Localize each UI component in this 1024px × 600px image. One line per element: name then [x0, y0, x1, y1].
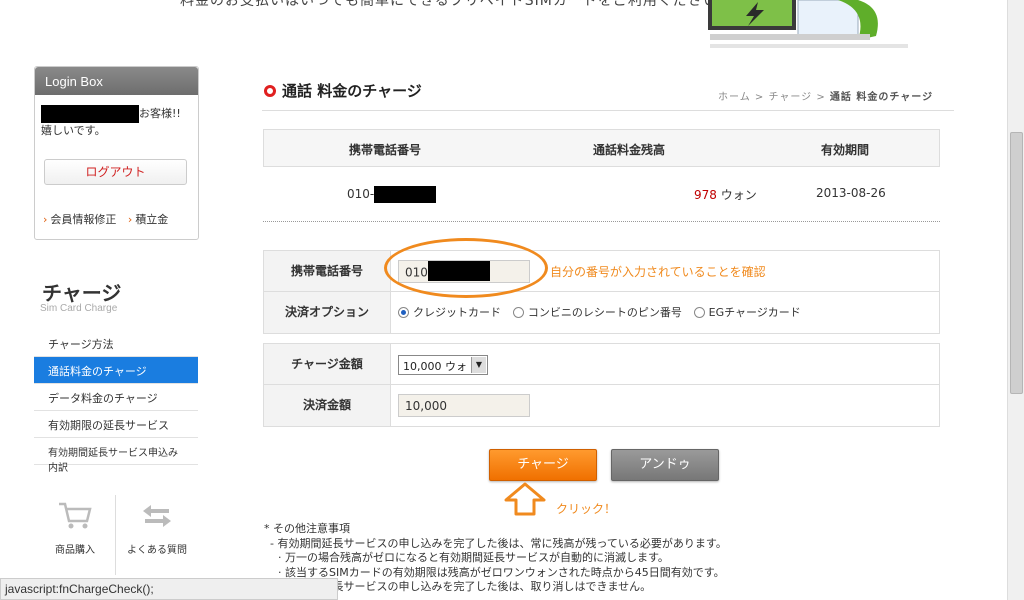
- login-links: › 会員情報修正 › 積立金: [43, 211, 176, 227]
- login-box-title: Login Box: [35, 67, 198, 95]
- charge-amount-field[interactable]: 10,000 ウォ ▼: [398, 355, 488, 379]
- sidebar-item-data-charge[interactable]: データ料金のチャージ: [34, 384, 198, 411]
- redacted-phone: [374, 186, 437, 203]
- radio-selected-icon[interactable]: [398, 307, 409, 318]
- payment-option-row: 決済オプション クレジットカード コンビニのレシートのピン番号 EGチャージカー…: [264, 292, 939, 333]
- page: 料金のお支払いはいつでも簡単にできるプリペイドSIMカードをご利用ください Lo…: [0, 0, 1024, 600]
- settle-amount-row: 決済金額 10,000: [264, 385, 939, 426]
- cart-icon: [34, 501, 116, 541]
- phone-note: 自分の番号が入力されていることを確認: [550, 265, 766, 279]
- sidebar-item-charge-method[interactable]: チャージ方法: [34, 330, 198, 357]
- amount-form: チャージ金額 10,000 ウォ ▼ 決済金額 10,000: [263, 343, 940, 427]
- breadcrumb: ホーム > チャージ > 通話 料金のチャージ: [718, 92, 934, 103]
- charge-amount-row: チャージ金額 10,000 ウォ ▼: [264, 344, 939, 385]
- radio-icon[interactable]: [512, 307, 524, 318]
- points-link[interactable]: › 積立金: [128, 213, 168, 226]
- settle-amount-field: 10,000: [398, 394, 530, 418]
- scrollbar-thumb[interactable]: [1010, 132, 1023, 394]
- greeting-text: 嬉しいです。: [41, 124, 106, 137]
- notes-heading: * その他注意事項: [264, 522, 350, 535]
- payment-options: クレジットカード コンビニのレシートのピン番号 EGチャージカード: [398, 304, 809, 328]
- user-suffix: お客様!!: [139, 107, 181, 120]
- page-title: 通話 料金のチャージ: [264, 80, 422, 101]
- sidebar-item-extension-history[interactable]: 有効期間延長サービス申込み内訳: [34, 438, 198, 474]
- vertical-scrollbar[interactable]: [1007, 0, 1024, 600]
- chevron-down-icon[interactable]: ▼: [471, 357, 486, 373]
- quick-link-faq-label: よくある質問: [127, 545, 187, 556]
- faq-icon: [116, 501, 198, 541]
- sidebar-title: チャージ: [42, 281, 122, 305]
- radio-convenience-pin[interactable]: コンビニのレシートのピン番号: [512, 304, 682, 320]
- quick-link-shop-label: 商品購入: [55, 545, 95, 556]
- charge-banner-graphic: [708, 0, 908, 48]
- highlight-oval: [384, 238, 548, 298]
- header-phone: 携帯電話番号: [349, 143, 422, 157]
- edit-member-info-link[interactable]: › 会員情報修正: [43, 213, 116, 226]
- payment-option-label: 決済オプション: [264, 292, 391, 333]
- notes-line: · 万一の場合残高がゼロになると有効期間延長サービスが自動的に消滅します。: [278, 551, 669, 564]
- balance-cell: 978 ウォン: [694, 188, 757, 202]
- phone-number-cell: 010-: [347, 186, 437, 203]
- breadcrumb-charge[interactable]: チャージ: [768, 92, 812, 103]
- title-bullet-icon: [264, 85, 276, 97]
- info-table-row: 010- 978 ウォン 2013-08-26: [263, 167, 940, 222]
- quick-links: 商品購入 よくある質問: [34, 495, 198, 575]
- logout-button[interactable]: ログアウト: [44, 159, 187, 185]
- sidebar-item-extension-service[interactable]: 有効期限の延長サービス: [34, 411, 198, 438]
- arrow-icon: ›: [43, 213, 48, 226]
- charge-button[interactable]: チャージ: [489, 449, 597, 481]
- breadcrumb-current: 通話 料金のチャージ: [829, 92, 934, 103]
- up-arrow-icon: [504, 482, 546, 516]
- redacted-username: [41, 105, 139, 123]
- banner-text: 料金のお支払いはいつでも簡単にできるプリペイドSIMカードをご利用ください: [180, 0, 718, 9]
- sidebar-subtitle: Sim Card Charge: [40, 303, 118, 314]
- radio-credit-card[interactable]: クレジットカード: [398, 304, 501, 320]
- undo-button[interactable]: アンドゥ: [611, 449, 719, 481]
- login-user-info: お客様!! 嬉しいです。: [41, 105, 181, 139]
- settle-amount-input[interactable]: 10,000: [398, 394, 530, 417]
- login-box: Login Box お客様!! 嬉しいです。 ログアウト › 会員情報修正 › 積立…: [34, 66, 199, 240]
- quick-link-shop[interactable]: 商品購入: [34, 495, 116, 575]
- sidebar-nav: チャージ方法 通話料金のチャージ データ料金のチャージ 有効期限の延長サービス …: [34, 330, 198, 474]
- radio-icon[interactable]: [693, 307, 705, 318]
- breadcrumb-home[interactable]: ホーム: [718, 92, 751, 103]
- arrow-icon: ›: [127, 213, 133, 226]
- expiry-cell: 2013-08-26: [816, 186, 886, 200]
- title-divider: [262, 110, 954, 111]
- quick-link-faq[interactable]: よくある質問: [116, 495, 198, 575]
- sidebar-item-call-charge[interactable]: 通話料金のチャージ: [34, 357, 198, 384]
- settle-amount-label: 決済金額: [264, 385, 391, 426]
- notes-line: - 有効期間延長サービスの申し込みを完了した後は、常に残高が残っている必要があり…: [270, 536, 727, 550]
- charge-amount-select[interactable]: 10,000 ウォ ▼: [398, 355, 488, 375]
- click-note: クリック！: [556, 502, 617, 516]
- header-expiry: 有効期間: [821, 143, 870, 157]
- header-balance: 通話料金残高: [593, 143, 666, 157]
- info-table-header: 携帯電話番号 通話料金残高 有効期間: [263, 129, 940, 167]
- phone-label: 携帯電話番号: [264, 251, 391, 291]
- status-bar: javascript:fnChargeCheck();: [0, 578, 338, 600]
- charge-amount-label: チャージ金額: [264, 344, 391, 384]
- radio-eg-charge-card[interactable]: EGチャージカード: [693, 304, 801, 320]
